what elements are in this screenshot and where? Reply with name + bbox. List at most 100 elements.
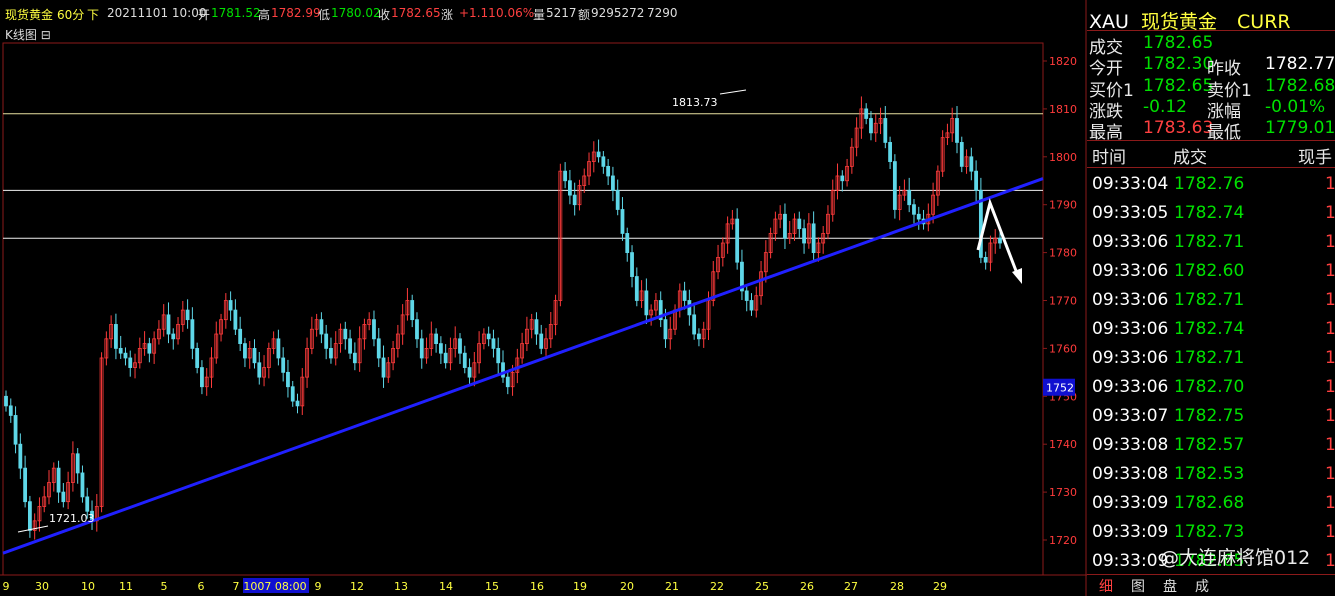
bid-price: 1782.65 (1143, 76, 1214, 96)
tick-time: 09:33:06 (1092, 348, 1169, 368)
candle-body (243, 343, 247, 359)
tick-volume: 1 (1325, 551, 1335, 571)
candle-body (348, 338, 352, 354)
tick-volume: 1 (1325, 435, 1335, 455)
x-tick-label: 9 (315, 580, 322, 593)
candle-body (534, 319, 539, 335)
tick-list[interactable]: 09:33:04 1782.76 1 09:33:05 1782.74 1 09:33:06… (1087, 170, 1335, 572)
y-tick-label: 1790 (1049, 199, 1077, 212)
candle-body (8, 405, 13, 416)
y-tick-label: 1740 (1049, 438, 1077, 451)
candle-body (290, 386, 295, 402)
tick-row: 09:33:08 1782.57 1 (1092, 431, 1335, 460)
tick-volume: 1 (1325, 348, 1335, 368)
candle-body (195, 347, 200, 368)
tick-volume: 1 (1325, 261, 1335, 281)
candle-body (611, 175, 615, 191)
trough-annotation: 1721.03 (49, 512, 95, 525)
tick-row: 09:33:05 1782.74 1 (1092, 199, 1335, 228)
x-tick-label: 13 (394, 580, 408, 593)
candle-body (663, 319, 668, 340)
tick-time: 09:33:08 (1092, 464, 1169, 484)
candle-body (735, 218, 740, 263)
candle-body (381, 357, 386, 378)
candle-body (123, 352, 128, 359)
candle-body (4, 395, 8, 407)
candle-body (811, 223, 816, 254)
panel-tab-3[interactable]: 成 (1195, 576, 1209, 596)
tick-price: 1782.60 (1174, 261, 1245, 281)
x-tick-label: 9 (3, 580, 10, 593)
candle-body (486, 333, 491, 340)
candle-body (467, 367, 472, 378)
tick-row: 09:33:06 1782.60 1 (1092, 257, 1335, 286)
forecast-arrow (976, 198, 1020, 277)
x-tick-label: 25 (755, 580, 769, 593)
candle-body (23, 467, 28, 503)
candle-body (601, 156, 606, 167)
tick-price: 1782.71 (1174, 290, 1245, 310)
tick-time: 09:33:09 (1092, 522, 1169, 542)
candle-body (697, 333, 701, 340)
peak-annotation: 1813.73 (672, 96, 718, 109)
candle-body (128, 357, 133, 368)
candle-body (171, 333, 176, 340)
candle-body (257, 362, 262, 378)
current-price-label: 1752 (1046, 382, 1074, 395)
candle-body (572, 194, 577, 206)
candle-body (802, 228, 806, 244)
y-tick-label: 1760 (1049, 342, 1077, 355)
candle-body (596, 151, 601, 158)
candle-body (630, 252, 634, 277)
candle-body (319, 319, 324, 335)
tick-volume: 1 (1325, 493, 1335, 513)
last-trade: 1782.65 (1143, 33, 1214, 53)
candle-body (462, 352, 467, 368)
tick-volume: 1 (1325, 203, 1335, 223)
panel-tab-0[interactable]: 细 (1099, 576, 1113, 596)
candle-body (443, 352, 448, 364)
x-tick-label: 6 (198, 580, 205, 593)
candle-body (869, 118, 873, 134)
candle-body (840, 175, 845, 182)
watermark: @大连麻将馆012 (1160, 547, 1311, 569)
tick-price: 1782.70 (1174, 377, 1245, 397)
x-tick-label: 28 (890, 580, 904, 593)
candle-body (56, 467, 61, 493)
forecast-arrow-head (1012, 268, 1022, 284)
trend-line (2, 177, 1044, 555)
tick-price: 1782.71 (1174, 232, 1245, 252)
tick-volume: 1 (1325, 319, 1335, 339)
candle-body (883, 118, 888, 143)
tick-row: 09:33:09 1782.68 1 (1092, 489, 1335, 518)
tick-time: 09:33:04 (1092, 174, 1169, 194)
x-tick-label: 29 (933, 580, 947, 593)
prev-close: 1782.77 (1265, 54, 1335, 74)
price-change-pct: -0.01% (1265, 97, 1326, 117)
y-tick-label: 1820 (1049, 55, 1077, 68)
x-tick-label: 16 (530, 580, 544, 593)
candle-body (233, 309, 238, 330)
tick-price: 1782.57 (1174, 435, 1245, 455)
candle-body (185, 309, 190, 321)
ask-price: 1782.68 (1265, 76, 1335, 96)
tick-volume: 1 (1325, 174, 1335, 194)
candle-body (969, 156, 974, 172)
y-tick-label: 1770 (1049, 295, 1077, 308)
candlestick-chart[interactable]: 1820181018001790178017701760175017401730… (0, 0, 1087, 596)
tick-time: 09:33:06 (1092, 232, 1169, 252)
tick-volume: 1 (1325, 522, 1335, 542)
panel-tab-2[interactable]: 盘 (1163, 576, 1177, 596)
panel-tab-1[interactable]: 图 (1131, 576, 1145, 596)
panel-title: XAU 现货黄金 CURR (1089, 7, 1291, 33)
candle-body (80, 472, 85, 498)
y-tick-label: 1800 (1049, 151, 1077, 164)
candle-body (352, 352, 357, 364)
tick-price: 1782.76 (1174, 174, 1245, 194)
candle-body (295, 400, 300, 407)
tick-price: 1782.68 (1174, 493, 1245, 513)
candle-body (912, 204, 916, 215)
peak-pointer (719, 89, 747, 95)
tick-volume: 1 (1325, 290, 1335, 310)
day-high: 1783.63 (1143, 118, 1214, 138)
